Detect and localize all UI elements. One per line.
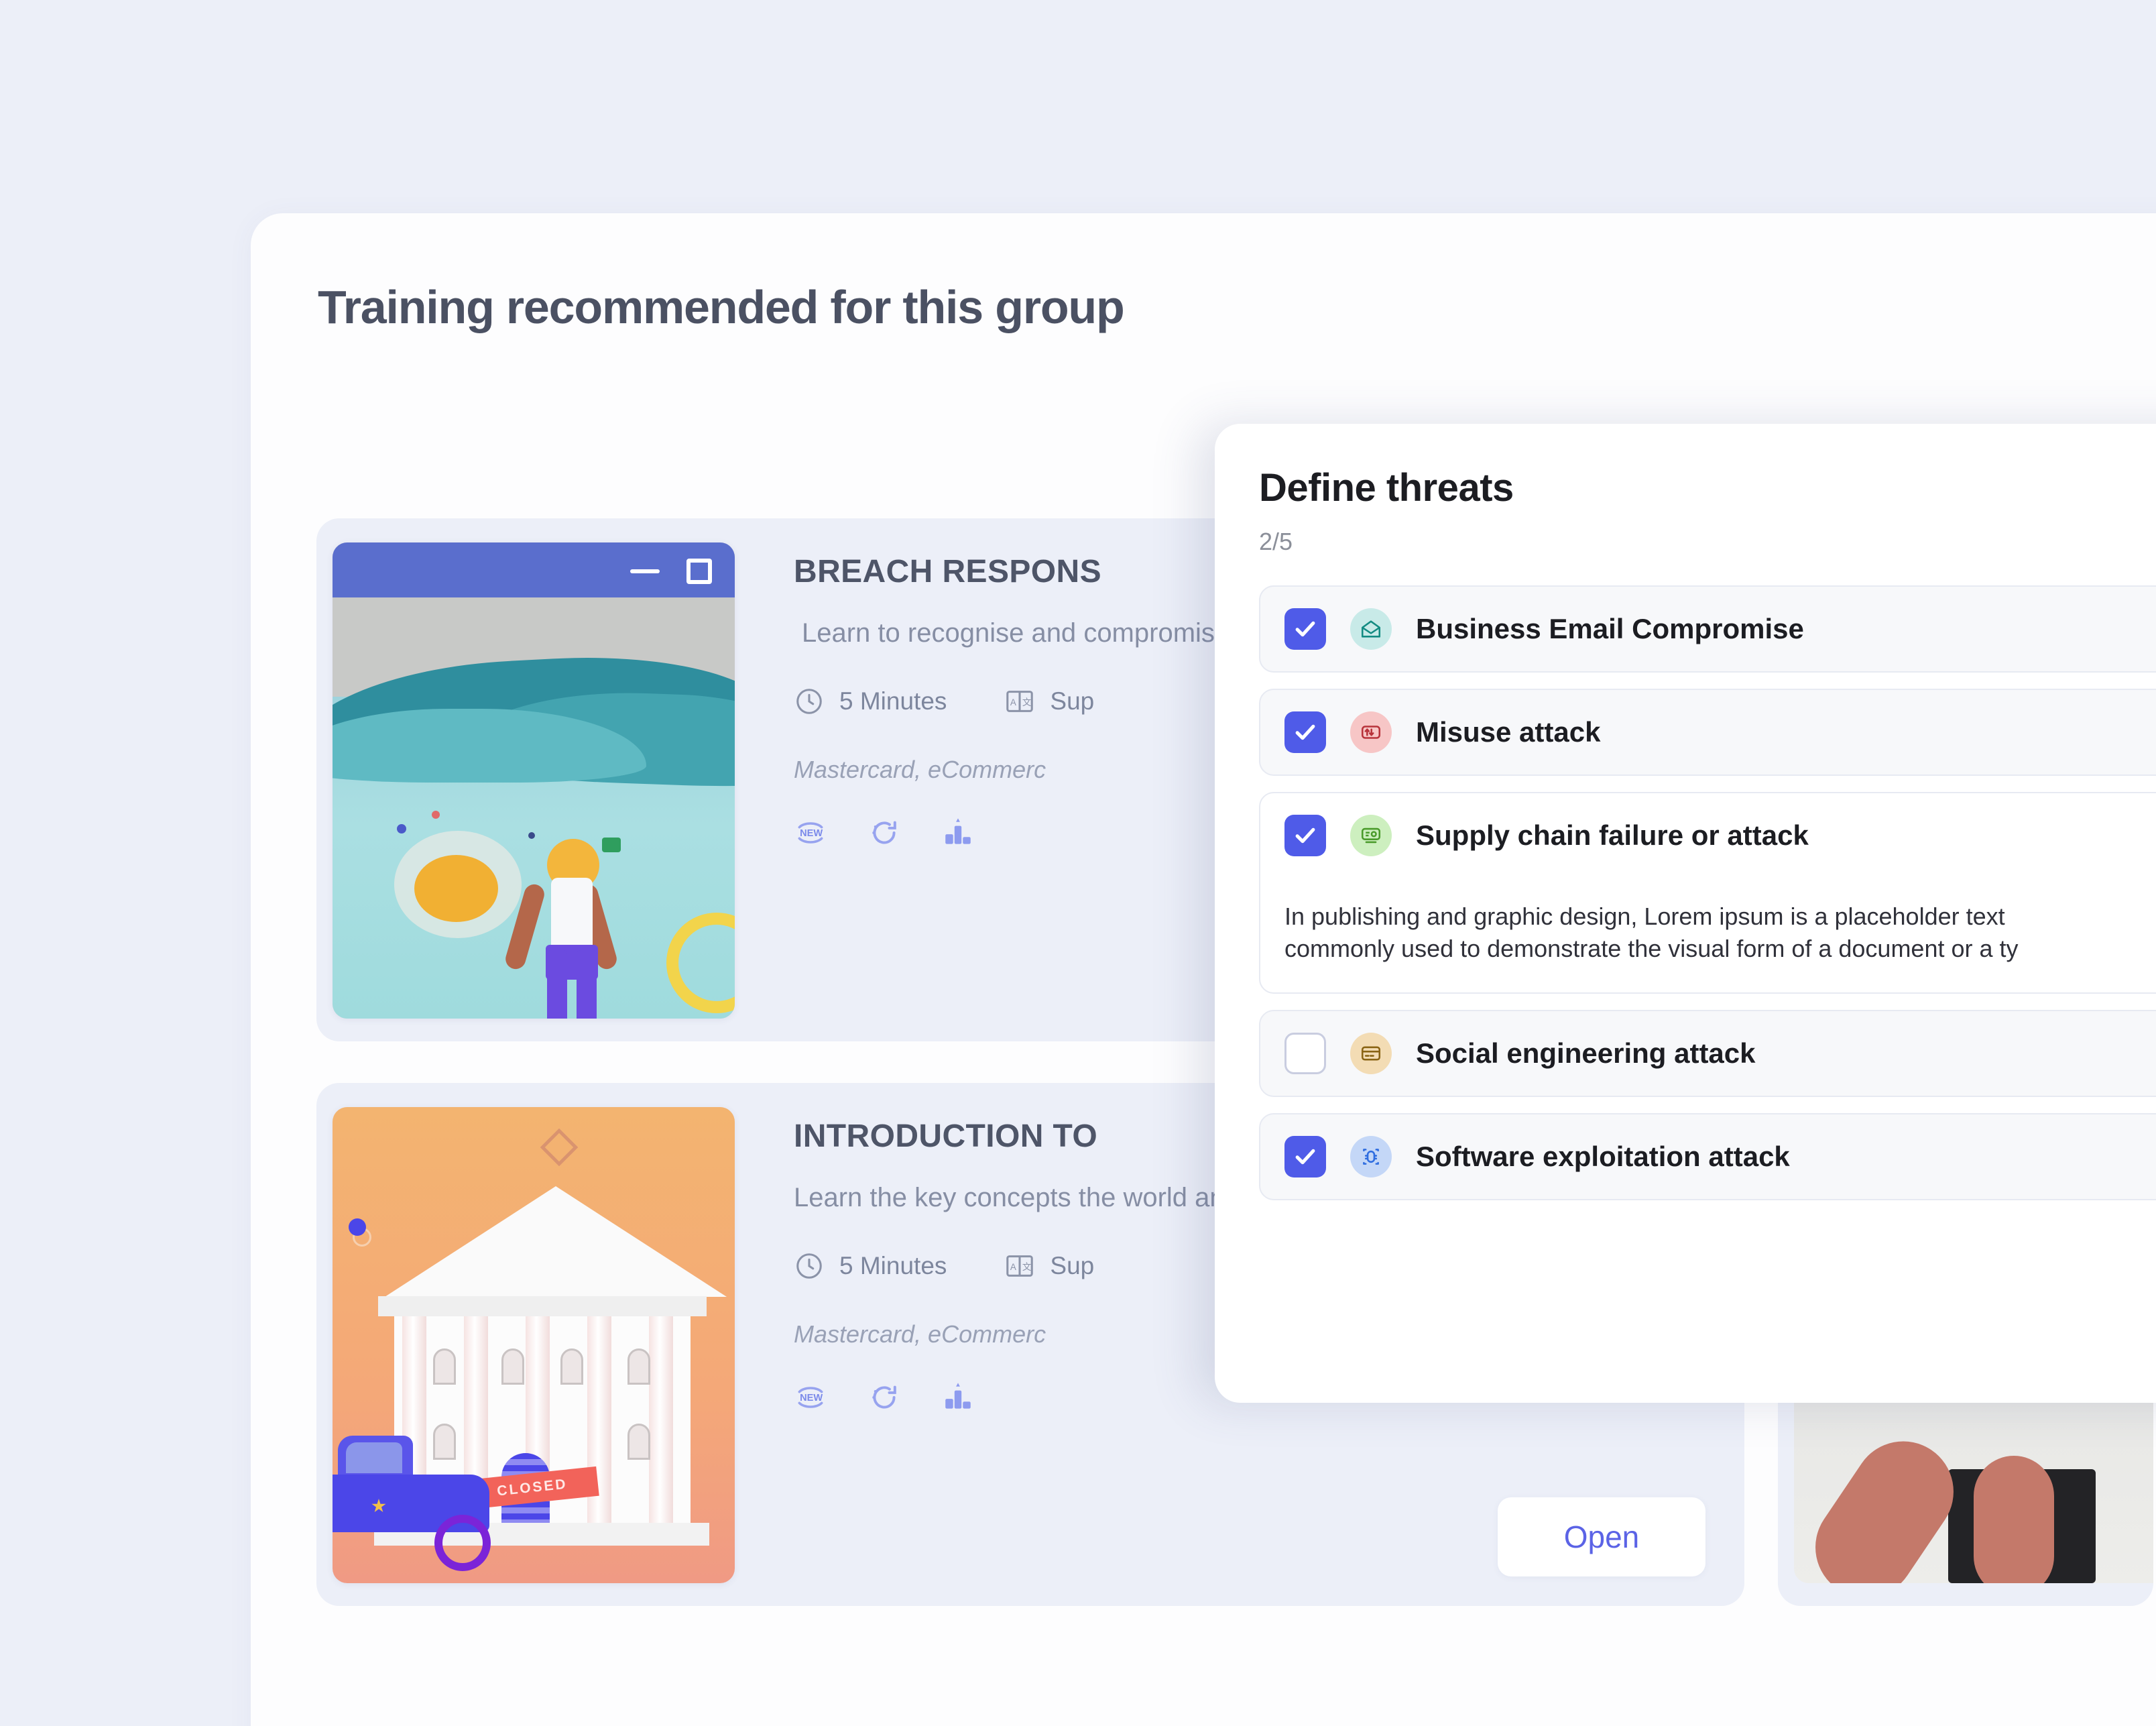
threat-label: Misuse attack	[1416, 716, 1601, 748]
card-duration-label: 5 Minutes	[839, 687, 947, 715]
svg-text:A: A	[1010, 697, 1016, 707]
threat-label: Social engineering attack	[1416, 1037, 1756, 1070]
thumb-hand	[1795, 1422, 1974, 1583]
thumb-hand	[1974, 1456, 2054, 1583]
card-language-label: Sup	[1050, 687, 1095, 715]
repeat-icon	[867, 816, 901, 850]
svg-text:文: 文	[1022, 697, 1031, 707]
threat-row[interactable]: Software exploitation attack	[1259, 1113, 2156, 1201]
thumb-car-wheel	[434, 1515, 491, 1571]
threat-description-line: In publishing and graphic design, Lorem …	[1284, 903, 2005, 930]
modal-footer: Cancel	[1259, 1306, 2156, 1338]
threat-row[interactable]: Supply chain failure or attack In publis…	[1259, 792, 2156, 994]
card-language: A 文 Sup	[1004, 686, 1094, 717]
minimize-icon	[630, 569, 660, 573]
threat-description-line: commonly used to demonstrate the visual …	[1284, 934, 2019, 962]
thumb-sun	[414, 855, 498, 922]
threat-row[interactable]: Misuse attack	[1259, 689, 2156, 776]
thumb-window	[627, 1348, 650, 1385]
server-gear-icon	[1350, 815, 1392, 856]
threat-checkbox[interactable]	[1284, 711, 1326, 753]
threat-label: Software exploitation attack	[1416, 1141, 1790, 1173]
translate-icon: A 文	[1004, 1251, 1035, 1281]
svg-text:文: 文	[1022, 1262, 1031, 1272]
credit-card-icon	[1350, 1033, 1392, 1075]
svg-text:A: A	[1010, 1262, 1016, 1272]
card-duration: 5 Minutes	[794, 1251, 947, 1281]
thumb-speck	[432, 811, 440, 819]
modal-title: Define threats	[1259, 466, 1514, 510]
clock-icon	[794, 686, 825, 717]
threat-label: Business Email Compromise	[1416, 613, 1804, 644]
thumb-window	[501, 1348, 524, 1385]
threat-checkbox[interactable]	[1284, 1136, 1326, 1178]
card-language-label: Sup	[1050, 1251, 1095, 1279]
thumb-window	[433, 1348, 456, 1385]
translate-icon: A 文	[1004, 686, 1035, 717]
thumb-speck	[602, 838, 621, 852]
card-duration-label: 5 Minutes	[839, 1251, 947, 1279]
thumb-column	[649, 1316, 673, 1524]
thumb-figure-leg	[577, 950, 597, 1019]
card-language: A 文 Sup	[1004, 1251, 1094, 1281]
new-badge-icon: NEW	[794, 1381, 827, 1414]
new-badge-icon: NEW	[794, 816, 827, 850]
threat-row[interactable]: Business Email Compromise	[1259, 585, 2156, 673]
card-description-line: Learn to recognise and	[802, 618, 1077, 648]
thumb-diamond	[540, 1128, 579, 1167]
open-button[interactable]: Open	[1498, 1497, 1705, 1576]
thumb-speck	[528, 832, 535, 839]
thumb-speck	[397, 824, 406, 833]
threat-description: In publishing and graphic design, Lorem …	[1284, 901, 2156, 964]
thumb-window-titlebar	[333, 542, 735, 597]
course-thumbnail-bank: CLOSED	[333, 1107, 735, 1583]
svg-text:NEW: NEW	[800, 828, 823, 839]
modal-step-indicator: 2/5	[1259, 528, 1293, 555]
leaderboard-icon	[941, 1381, 975, 1414]
thumb-car-window	[346, 1442, 402, 1473]
threat-checkbox[interactable]	[1284, 608, 1326, 650]
thumb-dot	[349, 1218, 366, 1236]
svg-text:NEW: NEW	[800, 1393, 823, 1403]
course-thumbnail-underwater	[333, 542, 735, 1019]
card-description-line: Learn the key concepts	[794, 1183, 1071, 1212]
clock-icon	[794, 1251, 825, 1281]
repeat-icon	[867, 1381, 901, 1414]
bug-chip-icon	[1350, 1136, 1392, 1178]
leaderboard-icon	[941, 816, 975, 850]
threat-label: Supply chain failure or attack	[1416, 819, 1809, 851]
thumb-pediment	[385, 1186, 727, 1297]
thumb-window	[433, 1424, 456, 1460]
thumb-entablature	[378, 1296, 707, 1316]
thumb-figure-leg	[547, 950, 567, 1019]
threat-row[interactable]: Social engineering attack	[1259, 1010, 2156, 1098]
page-title: Training recommended for this group	[318, 281, 1125, 333]
envelope-icon	[1350, 608, 1392, 650]
threat-list: Business Email Compromise Misuse attack	[1259, 585, 2156, 1201]
threat-checkbox[interactable]	[1284, 1033, 1326, 1075]
card-duration: 5 Minutes	[794, 686, 947, 717]
thumb-window	[560, 1348, 583, 1385]
maximize-icon	[686, 559, 712, 584]
transfer-arrows-icon	[1350, 711, 1392, 753]
threat-checkbox[interactable]	[1284, 815, 1326, 856]
define-threats-modal: Define threats 2/5 Business Email Compro…	[1215, 424, 2156, 1403]
thumb-window	[627, 1424, 650, 1460]
